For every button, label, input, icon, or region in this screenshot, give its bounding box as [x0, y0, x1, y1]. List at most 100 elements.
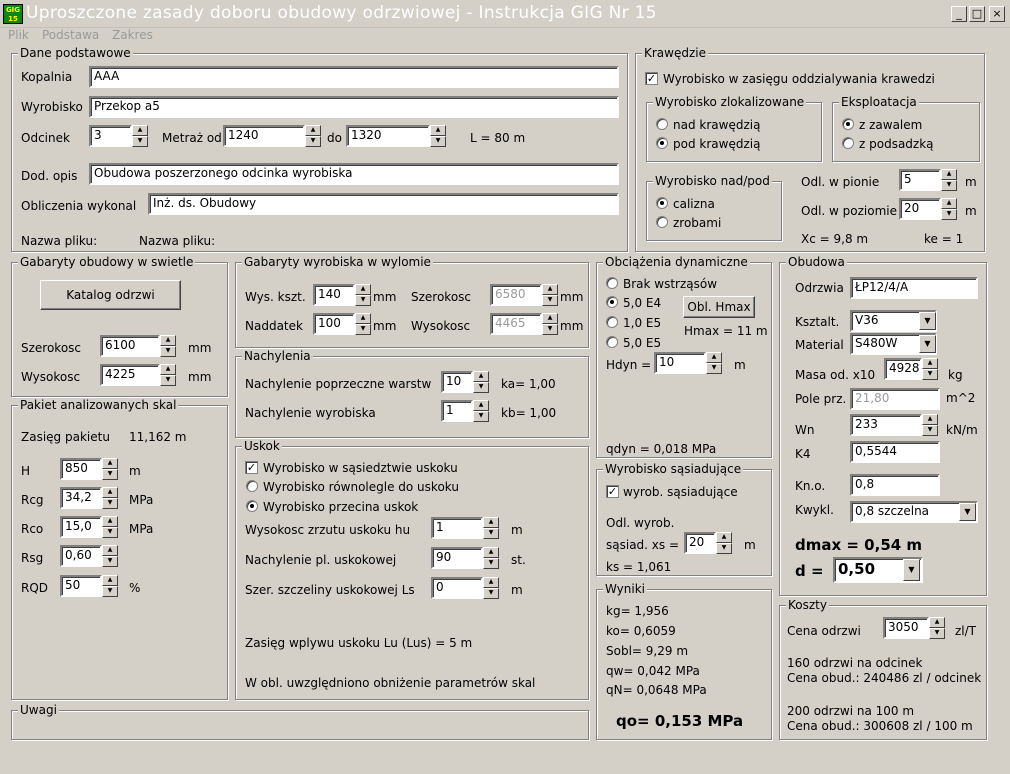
spin-up-icon[interactable]: ▲ [102, 575, 118, 586]
wysokosc-wyl-spinner[interactable]: ▲ ▼ [542, 313, 558, 335]
pole-input[interactable]: 21,80 [850, 388, 940, 410]
poziom-input[interactable]: 20 [899, 198, 941, 220]
spin-up-icon[interactable]: ▲ [430, 125, 446, 136]
spin-down-icon[interactable]: ▼ [102, 498, 118, 509]
spin-down-icon[interactable]: ▼ [929, 628, 945, 639]
nach-pop-spinner[interactable]: ▲ ▼ [473, 371, 489, 393]
spin-up-icon[interactable]: ▲ [305, 125, 321, 136]
ls-spinner[interactable]: ▲ ▼ [483, 577, 499, 599]
menu-podstawa[interactable]: Podstawa [42, 28, 99, 42]
spin-up-icon[interactable]: ▲ [473, 371, 489, 382]
podsadzka-radio[interactable] [842, 137, 854, 149]
spin-up-icon[interactable]: ▲ [941, 198, 957, 209]
h-spinner[interactable]: ▲ ▼ [102, 458, 118, 480]
naddatek-input[interactable]: 100 [313, 313, 355, 335]
chevron-down-icon[interactable]: ▼ [919, 335, 936, 353]
rcg-spinner[interactable]: ▲ ▼ [102, 487, 118, 509]
spin-up-icon[interactable]: ▲ [483, 547, 499, 558]
kno-input[interactable]: 0,8 [850, 474, 940, 496]
k4-input[interactable]: 0,5544 [850, 441, 940, 463]
wn-spinner[interactable]: ▲ ▼ [922, 414, 938, 436]
maximize-button[interactable]: □ [969, 6, 985, 22]
chevron-down-icon[interactable]: ▼ [903, 559, 920, 581]
rcg-input[interactable]: 34,2 [60, 487, 102, 509]
metraz-od-spinner[interactable]: ▲ ▼ [305, 125, 321, 147]
pion-input[interactable]: 5 [899, 169, 941, 191]
spin-up-icon[interactable]: ▲ [160, 335, 176, 346]
spin-down-icon[interactable]: ▼ [483, 588, 499, 599]
odcinek-spinner[interactable]: ▲ ▼ [132, 125, 148, 147]
katalog-odrzwi-button[interactable]: Katalog odrzwi [40, 280, 181, 310]
wysokosc-obud-input[interactable]: 4225 [100, 364, 160, 386]
spin-up-icon[interactable]: ▲ [473, 400, 489, 411]
nach-wyr-input[interactable]: 1 [441, 400, 473, 422]
uskok-przecina-radio[interactable] [246, 500, 258, 512]
spin-down-icon[interactable]: ▼ [941, 209, 957, 220]
spin-down-icon[interactable]: ▼ [542, 324, 558, 335]
hu-spinner[interactable]: ▲ ▼ [483, 517, 499, 539]
kopalnia-input[interactable]: AAA [89, 66, 619, 88]
spin-up-icon[interactable]: ▲ [716, 532, 732, 543]
spin-up-icon[interactable]: ▲ [929, 617, 945, 628]
nach-wyr-spinner[interactable]: ▲ ▼ [473, 400, 489, 422]
spin-down-icon[interactable]: ▼ [102, 469, 118, 480]
odrzwia-input[interactable]: ŁP12/4/A [850, 277, 978, 299]
spin-down-icon[interactable]: ▼ [716, 543, 732, 554]
spin-up-icon[interactable]: ▲ [483, 517, 499, 528]
spin-down-icon[interactable]: ▼ [102, 556, 118, 567]
zawalem-radio[interactable] [842, 118, 854, 130]
spin-up-icon[interactable]: ▲ [355, 313, 371, 324]
spin-down-icon[interactable]: ▼ [102, 586, 118, 597]
pod-krawedzia-radio[interactable] [656, 137, 668, 149]
chevron-down-icon[interactable]: ▼ [919, 312, 936, 330]
wys-kszt-spinner[interactable]: ▲ ▼ [355, 284, 371, 306]
poziom-spinner[interactable]: ▲ ▼ [941, 198, 957, 220]
spin-up-icon[interactable]: ▲ [102, 458, 118, 469]
spin-down-icon[interactable]: ▼ [542, 295, 558, 306]
spin-down-icon[interactable]: ▼ [430, 136, 446, 147]
szerokosc-obud-spinner[interactable]: ▲ ▼ [160, 335, 176, 357]
nach-uskok-spinner[interactable]: ▲ ▼ [483, 547, 499, 569]
szerokosc-obud-input[interactable]: 6100 [100, 335, 160, 357]
e4-radio[interactable] [606, 296, 618, 308]
spin-up-icon[interactable]: ▲ [706, 352, 722, 363]
opis-input[interactable]: Obudowa poszerzonego odcinka wyrobiska [89, 163, 619, 185]
rco-input[interactable]: 15,0 [60, 516, 102, 538]
spin-up-icon[interactable]: ▲ [355, 284, 371, 295]
metraz-od-input[interactable]: 1240 [223, 125, 305, 147]
szerokosc-wyl-spinner[interactable]: ▲ ▼ [542, 284, 558, 306]
spin-down-icon[interactable]: ▼ [941, 180, 957, 191]
naddatek-spinner[interactable]: ▲ ▼ [355, 313, 371, 335]
e5a-radio[interactable] [606, 316, 618, 328]
rsg-input[interactable]: 0,60 [60, 545, 102, 567]
spin-down-icon[interactable]: ▼ [706, 363, 722, 374]
chevron-down-icon[interactable]: ▼ [959, 503, 976, 521]
spin-down-icon[interactable]: ▼ [473, 382, 489, 393]
sasiednie-checkbox[interactable]: ✓ [606, 485, 619, 498]
wn-input[interactable]: 233 [850, 414, 922, 436]
spin-down-icon[interactable]: ▼ [132, 136, 148, 147]
zasieg-checkbox[interactable]: ✓ [645, 72, 658, 85]
spin-up-icon[interactable]: ▲ [102, 516, 118, 527]
spin-down-icon[interactable]: ▼ [102, 527, 118, 538]
ls-input[interactable]: 0 [431, 577, 483, 599]
brak-wstrzasow-radio[interactable] [606, 277, 618, 289]
szerokosc-wyl-input[interactable]: 6580 [490, 284, 542, 306]
masa-input[interactable]: 4928 [884, 358, 922, 380]
e5b-radio[interactable] [606, 336, 618, 348]
wysokosc-obud-spinner[interactable]: ▲ ▼ [160, 364, 176, 386]
minimize-button[interactable]: _ [951, 6, 967, 22]
menu-zakres[interactable]: Zakres [112, 28, 153, 42]
spin-up-icon[interactable]: ▲ [160, 364, 176, 375]
nach-pop-input[interactable]: 10 [441, 371, 473, 393]
rqd-spinner[interactable]: ▲ ▼ [102, 575, 118, 597]
spin-up-icon[interactable]: ▲ [922, 414, 938, 425]
spin-up-icon[interactable]: ▲ [102, 487, 118, 498]
cena-spinner[interactable]: ▲ ▼ [929, 617, 945, 639]
wyrobisko-input[interactable]: Przekop a5 [89, 96, 619, 118]
spin-down-icon[interactable]: ▼ [160, 346, 176, 357]
uwagi-group[interactable]: Uwagi [11, 703, 589, 740]
obl-hmax-button[interactable]: Obl. Hmax [683, 296, 755, 318]
cena-input[interactable]: 3050 [883, 617, 929, 639]
calizna-radio[interactable] [656, 197, 668, 209]
